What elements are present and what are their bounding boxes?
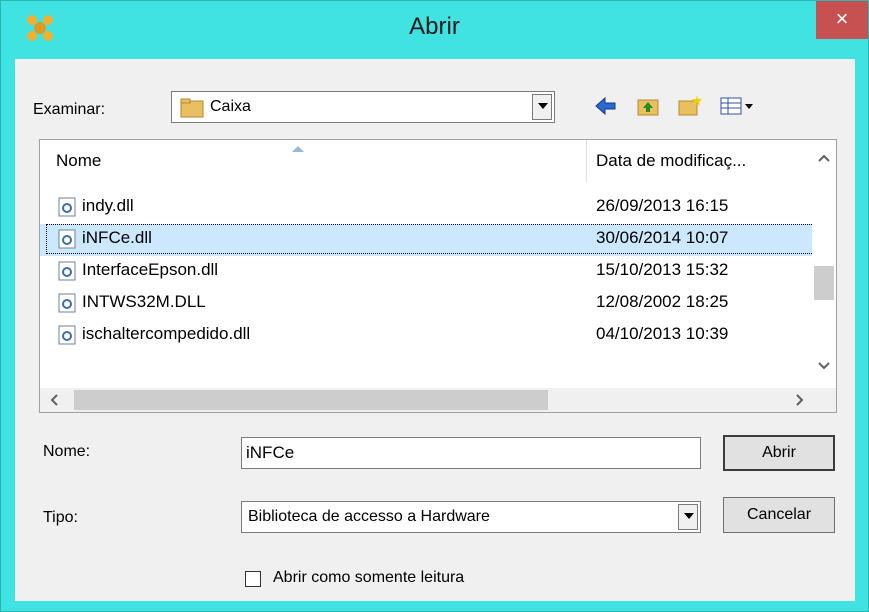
column-header-name[interactable]: Nome — [56, 140, 101, 182]
list-item-selected[interactable]: iNFCe.dll 30/06/2014 10:07 — [40, 224, 818, 256]
file-name: iNFCe.dll — [82, 228, 152, 247]
file-date: 12/08/2002 18:25 — [596, 292, 729, 311]
dialog-client-area: Examinar: Caixa Nome Data de modificaç..… — [15, 59, 855, 601]
dll-file-icon — [58, 261, 76, 281]
file-date: 26/09/2013 16:15 — [596, 196, 729, 215]
list-item[interactable]: InterfaceEpson.dll 15/10/2013 15:32 — [40, 256, 812, 288]
look-in-combo[interactable]: Caixa — [171, 91, 555, 123]
vertical-scroll-thumb[interactable] — [814, 266, 834, 300]
dll-file-icon — [58, 229, 76, 249]
list-item[interactable]: ischaltercompedido.dll 04/10/2013 10:39 — [40, 320, 812, 352]
view-menu-icon[interactable] — [719, 93, 757, 119]
file-date: 15/10/2013 15:32 — [596, 260, 729, 279]
folder-icon — [180, 98, 204, 118]
dll-file-icon — [58, 293, 76, 313]
horizontal-scroll-thumb[interactable] — [74, 390, 548, 410]
new-folder-icon[interactable] — [677, 93, 703, 119]
dll-file-icon — [58, 197, 76, 217]
close-icon: × — [835, 6, 849, 31]
scroll-down-icon[interactable] — [818, 362, 830, 370]
file-date: 04/10/2013 10:39 — [596, 324, 729, 343]
column-header-date[interactable]: Data de modificaç... — [596, 140, 746, 182]
scroll-right-icon[interactable] — [796, 394, 804, 406]
filetype-value: Biblioteca de accesso a Hardware — [248, 508, 490, 525]
filename-input[interactable]: iNFCe — [241, 437, 701, 469]
filename-label: Nome: — [43, 443, 91, 460]
up-folder-icon[interactable] — [635, 93, 661, 119]
close-button[interactable]: × — [816, 1, 868, 39]
file-list[interactable]: Nome Data de modificaç... indy.dll 26/09… — [39, 139, 837, 413]
list-item[interactable]: INTWS32M.DLL 12/08/2002 18:25 — [40, 288, 812, 320]
open-button[interactable]: Abrir — [723, 435, 835, 471]
scroll-left-icon[interactable] — [50, 394, 58, 406]
readonly-label[interactable]: Abrir como somente leitura — [273, 569, 464, 587]
file-name: INTWS32M.DLL — [82, 292, 206, 311]
look-in-label: Examinar: — [33, 101, 106, 118]
file-name: ischaltercompedido.dll — [82, 324, 251, 343]
file-name: InterfaceEpson.dll — [82, 260, 219, 279]
vertical-scrollbar[interactable] — [812, 140, 836, 412]
sort-up-icon — [292, 146, 304, 152]
scroll-up-icon[interactable] — [818, 154, 830, 162]
back-arrow-icon[interactable] — [593, 93, 619, 119]
filetype-combo[interactable]: Biblioteca de accesso a Hardware — [241, 501, 701, 533]
file-name: indy.dll — [82, 196, 134, 215]
chevron-down-icon[interactable] — [532, 94, 552, 120]
title-bar[interactable]: Abrir × — [1, 1, 868, 51]
look-in-value: Caixa — [210, 98, 251, 115]
cancel-button[interactable]: Cancelar — [723, 497, 835, 533]
window-title: Abrir — [409, 13, 460, 40]
open-dialog-window: Abrir × Examinar: Caixa Nome Data de mod… — [0, 0, 869, 612]
list-item[interactable]: indy.dll 26/09/2013 16:15 — [40, 192, 812, 224]
file-date: 30/06/2014 10:07 — [596, 228, 729, 247]
horizontal-scrollbar[interactable] — [40, 388, 836, 412]
dll-file-icon — [58, 325, 76, 345]
filetype-label: Tipo: — [43, 509, 78, 526]
column-divider[interactable] — [586, 140, 587, 182]
chevron-down-icon[interactable] — [678, 504, 698, 530]
readonly-checkbox[interactable] — [245, 571, 261, 587]
